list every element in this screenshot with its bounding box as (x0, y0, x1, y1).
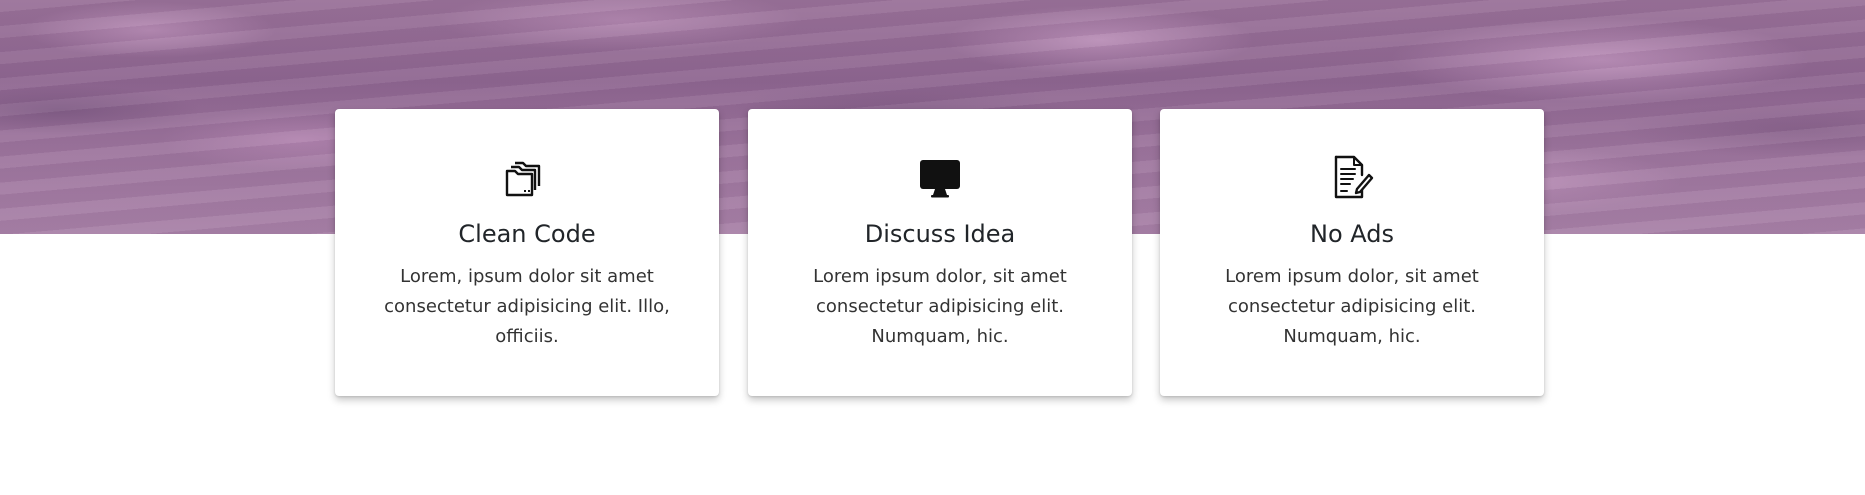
card-title: Clean Code (458, 220, 596, 248)
card-description: Lorem ipsum dolor, sit amet consectetur … (1225, 266, 1479, 347)
feature-card-clean-code: Clean Code Lorem, ipsum dolor sit amet c… (335, 109, 719, 396)
card-title: No Ads (1310, 220, 1394, 248)
monitor-icon (918, 155, 962, 199)
card-description: Lorem, ipsum dolor sit amet consectetur … (384, 266, 670, 347)
card-title: Discuss Idea (864, 220, 1016, 248)
feature-card-no-ads: No Ads Lorem ipsum dolor, sit amet conse… (1160, 109, 1544, 396)
document-edit-icon (1330, 155, 1374, 199)
feature-card-discuss-idea: Discuss Idea Lorem ipsum dolor, sit amet… (748, 109, 1132, 396)
card-description: Lorem ipsum dolor, sit amet consectetur … (813, 266, 1067, 347)
folders-icon (505, 155, 549, 199)
